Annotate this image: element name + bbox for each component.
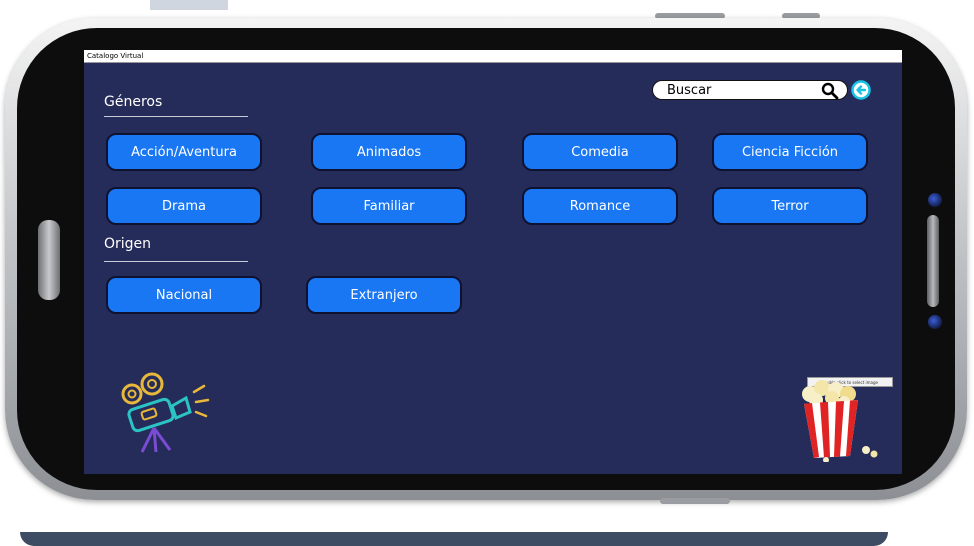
genre-romance-button[interactable]: Romance <box>522 187 678 225</box>
search-box[interactable] <box>652 80 848 100</box>
top-tab <box>150 0 228 10</box>
phone-side-slot <box>927 215 939 307</box>
origen-label: Origen <box>104 236 152 252</box>
generos-label: Géneros <box>104 94 163 110</box>
genre-familiar-button[interactable]: Familiar <box>311 187 467 225</box>
phone-speaker <box>38 220 60 300</box>
movie-camera-icon <box>120 370 216 460</box>
genre-animados-button[interactable]: Animados <box>311 133 467 171</box>
phone-sensor-dot <box>928 315 942 329</box>
phone-camera-dot <box>928 193 942 207</box>
genre-terror-button[interactable]: Terror <box>712 187 868 225</box>
search-input[interactable] <box>653 81 809 99</box>
popcorn-icon <box>792 380 888 466</box>
app-screen: Catalogo Virtual Géneros Acción/Aventura… <box>84 50 902 474</box>
window-title: Catalogo Virtual <box>84 50 902 63</box>
origen-divider <box>104 261 248 262</box>
origin-extranjero-button[interactable]: Extranjero <box>306 276 462 314</box>
genre-accion-aventura-button[interactable]: Acción/Aventura <box>106 133 262 171</box>
phone-bottom-button <box>660 498 730 504</box>
generos-divider <box>104 116 248 117</box>
genre-drama-button[interactable]: Drama <box>106 187 262 225</box>
genre-ciencia-ficcion-button[interactable]: Ciencia Ficción <box>712 133 868 171</box>
bottom-bar <box>20 532 888 546</box>
search-icon[interactable] <box>821 82 839 104</box>
genre-comedia-button[interactable]: Comedia <box>522 133 678 171</box>
origin-nacional-button[interactable]: Nacional <box>106 276 262 314</box>
back-arrow-icon[interactable] <box>851 80 871 104</box>
